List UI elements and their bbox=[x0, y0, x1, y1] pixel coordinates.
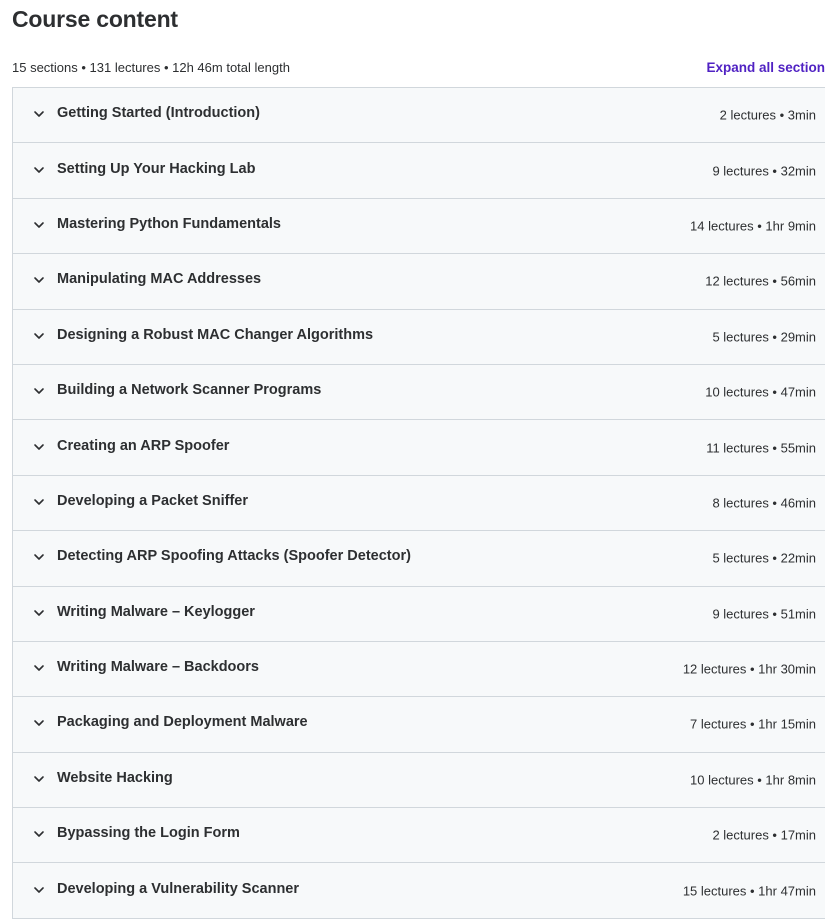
chevron-down-icon[interactable] bbox=[33, 607, 45, 619]
section-lecture-info: 12 lectures • 56min bbox=[705, 273, 816, 289]
section-row[interactable]: Developing a Vulnerability Scanner 15 le… bbox=[13, 863, 825, 919]
chevron-down-icon[interactable] bbox=[33, 496, 45, 508]
section-title: Packaging and Deployment Malware bbox=[57, 714, 308, 731]
section-title: Website Hacking bbox=[57, 769, 173, 786]
section-lecture-info: 10 lectures • 1hr 8min bbox=[690, 772, 816, 788]
section-title: Designing a Robust MAC Changer Algorithm… bbox=[57, 326, 374, 343]
section-lecture-info: 12 lectures • 1hr 30min bbox=[682, 661, 816, 677]
sections-list: Getting Started (Introduction) 2 lecture… bbox=[12, 87, 825, 919]
section-title: Developing a Packet Sniffer bbox=[57, 492, 248, 509]
section-title: Writing Malware – Keylogger bbox=[57, 603, 255, 620]
chevron-down-icon[interactable] bbox=[33, 717, 45, 729]
chevron-down-icon[interactable] bbox=[33, 108, 45, 120]
chevron-down-icon[interactable] bbox=[33, 551, 45, 563]
section-lecture-info: 14 lectures • 1hr 9min bbox=[690, 218, 816, 234]
section-row[interactable]: Website Hacking 10 lectures • 1hr 8min bbox=[13, 752, 825, 809]
section-title: Developing a Vulnerability Scanner bbox=[57, 880, 300, 897]
course-summary: 15 sections • 131 lectures • 12h 46m tot… bbox=[12, 60, 290, 75]
section-title: Mastering Python Fundamentals bbox=[57, 215, 281, 232]
chevron-down-icon[interactable] bbox=[33, 828, 45, 840]
chevron-down-icon[interactable] bbox=[33, 441, 45, 453]
section-lecture-info: 7 lectures • 1hr 15min bbox=[690, 716, 816, 732]
section-title: Creating an ARP Spoofer bbox=[57, 437, 230, 454]
section-row[interactable]: Detecting ARP Spoofing Attacks (Spoofer … bbox=[13, 531, 825, 587]
section-row[interactable]: Writing Malware – Keylogger 9 lectures •… bbox=[13, 586, 825, 642]
section-lecture-info: 2 lectures • 3min bbox=[719, 107, 816, 123]
section-title: Getting Started (Introduction) bbox=[57, 105, 260, 122]
course-content-panel: Course content 15 sections • 131 lecture… bbox=[0, 0, 825, 919]
chevron-down-icon[interactable] bbox=[33, 884, 45, 896]
section-row[interactable]: Packaging and Deployment Malware 7 lectu… bbox=[13, 697, 825, 753]
section-title: Detecting ARP Spoofing Attacks (Spoofer … bbox=[57, 548, 411, 565]
section-lecture-info: 10 lectures • 47min bbox=[705, 384, 816, 400]
course-summary-row: 15 sections • 131 lectures • 12h 46m tot… bbox=[12, 58, 825, 78]
section-title: Manipulating MAC Addresses bbox=[57, 271, 262, 288]
section-row[interactable]: Mastering Python Fundamentals 14 lecture… bbox=[13, 198, 825, 255]
chevron-down-icon[interactable] bbox=[33, 164, 45, 176]
section-row[interactable]: Writing Malware – Backdoors 12 lectures … bbox=[13, 641, 825, 698]
section-lecture-info: 2 lectures • 17min bbox=[712, 827, 816, 843]
chevron-down-icon[interactable] bbox=[33, 219, 45, 231]
chevron-down-icon[interactable] bbox=[33, 773, 45, 785]
section-row[interactable]: Setting Up Your Hacking Lab 9 lectures •… bbox=[13, 143, 825, 199]
chevron-down-icon[interactable] bbox=[33, 385, 45, 397]
chevron-down-icon[interactable] bbox=[33, 274, 45, 286]
section-title: Setting Up Your Hacking Lab bbox=[57, 160, 256, 177]
section-row[interactable]: Getting Started (Introduction) 2 lecture… bbox=[13, 88, 825, 144]
section-title: Writing Malware – Backdoors bbox=[57, 659, 259, 676]
section-lecture-info: 11 lectures • 55min bbox=[706, 440, 816, 456]
section-row[interactable]: Developing a Packet Sniffer 8 lectures •… bbox=[13, 475, 825, 532]
section-row[interactable]: Creating an ARP Spoofer 11 lectures • 55… bbox=[13, 420, 825, 476]
chevron-down-icon[interactable] bbox=[33, 662, 45, 674]
section-title: Building a Network Scanner Programs bbox=[57, 382, 322, 399]
section-title: Bypassing the Login Form bbox=[57, 825, 240, 842]
section-row[interactable]: Designing a Robust MAC Changer Algorithm… bbox=[13, 309, 825, 365]
section-row[interactable]: Building a Network Scanner Programs 10 l… bbox=[13, 364, 825, 421]
section-lecture-info: 5 lectures • 22min bbox=[712, 550, 816, 566]
section-lecture-info: 9 lectures • 32min bbox=[712, 163, 816, 179]
section-lecture-info: 5 lectures • 29min bbox=[712, 329, 816, 345]
section-row[interactable]: Manipulating MAC Addresses 12 lectures •… bbox=[13, 254, 825, 310]
chevron-down-icon[interactable] bbox=[33, 330, 45, 342]
section-lecture-info: 9 lectures • 51min bbox=[712, 606, 816, 622]
expand-all-sections-button[interactable]: Expand all section bbox=[706, 58, 825, 78]
section-lecture-info: 8 lectures • 46min bbox=[712, 495, 816, 511]
section-row[interactable]: Bypassing the Login Form 2 lectures • 17… bbox=[13, 808, 825, 864]
page-title: Course content bbox=[12, 6, 178, 32]
section-lecture-info: 15 lectures • 1hr 47min bbox=[682, 883, 816, 899]
